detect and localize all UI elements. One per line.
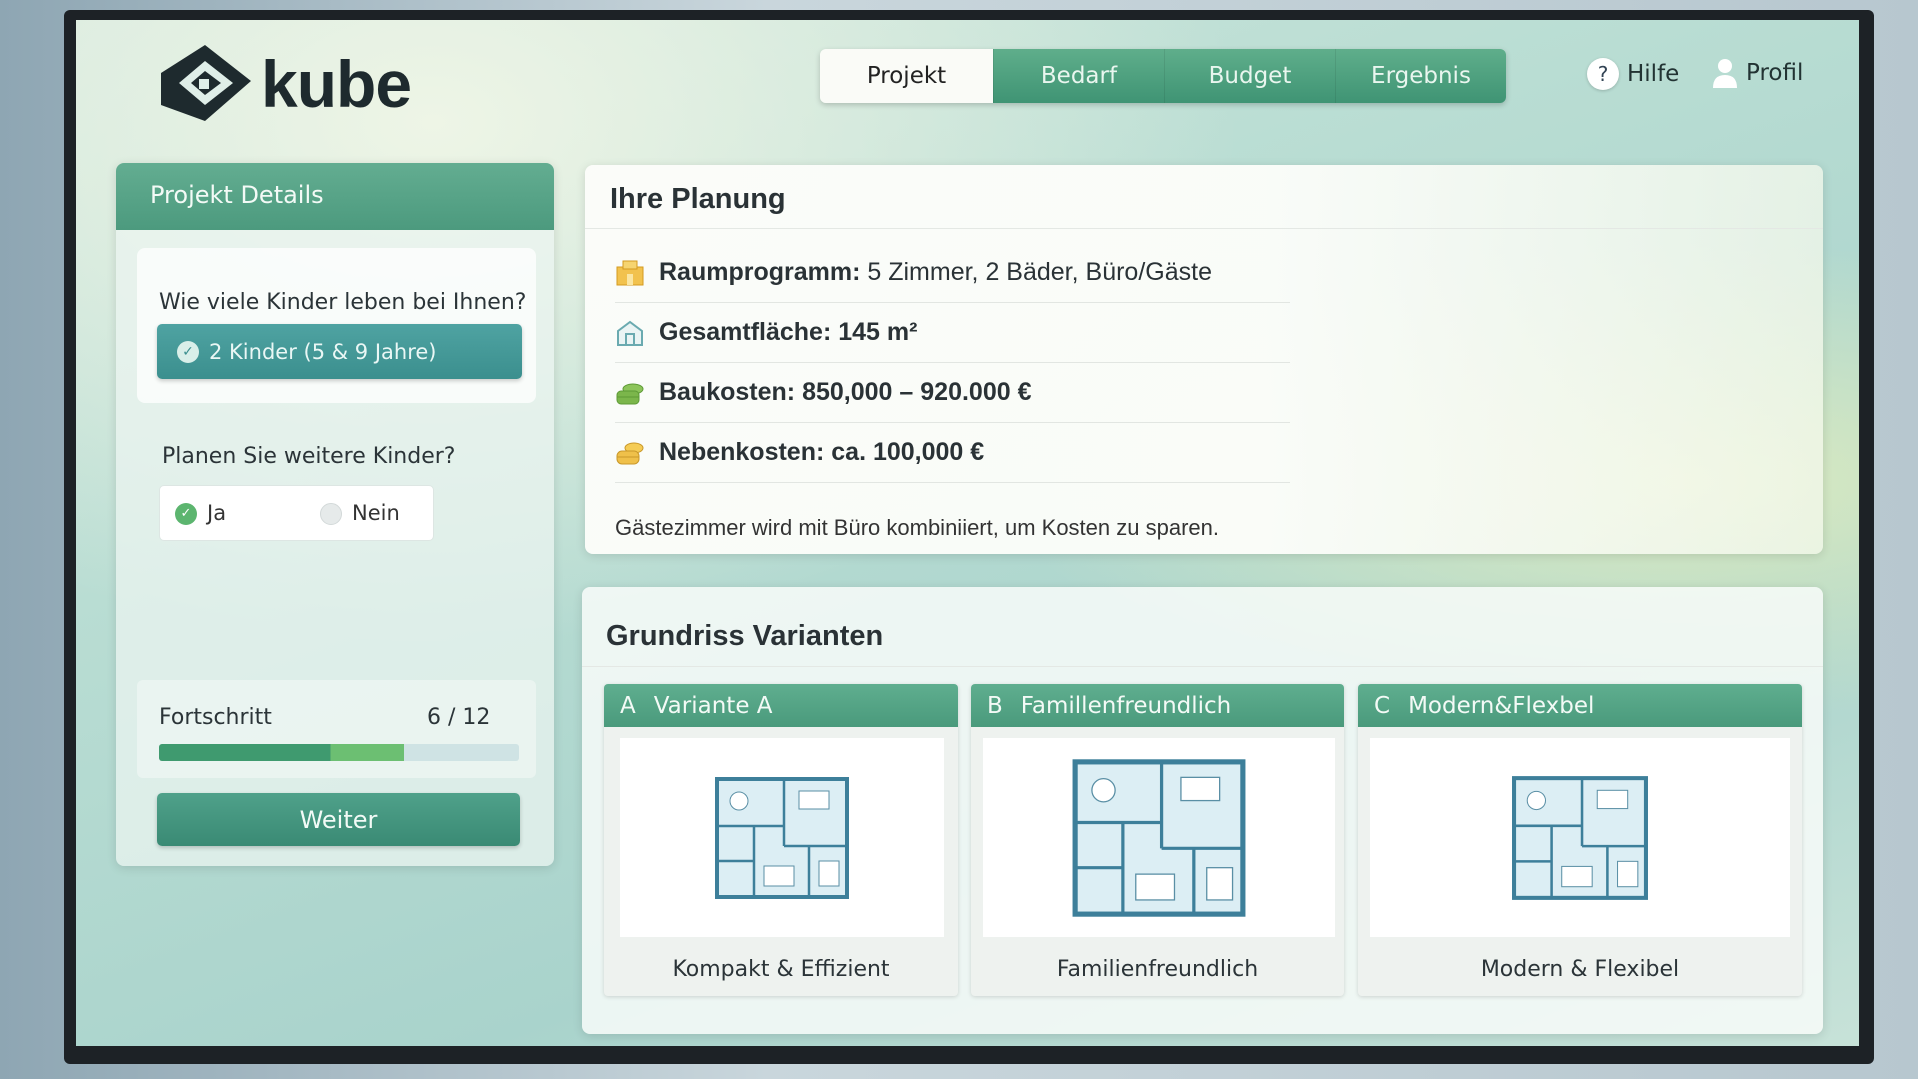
variant-caption: Modern & Flexibel <box>1480 957 1680 982</box>
floorplan-b-icon <box>1072 758 1246 917</box>
floorplan-image <box>620 738 944 937</box>
divider <box>582 666 1823 667</box>
check-icon: ✓ <box>177 340 199 363</box>
app-screen: kube Projekt Bedarf Budget Ergebnis ? Hi… <box>76 20 1859 1046</box>
coins-icon <box>616 442 644 464</box>
planning-row-raumprogramm: Raumprogramm: 5 Zimmer, 2 Bäder, Büro/Gä… <box>615 243 1290 303</box>
planning-row-nebenkosten: Nebenkosten: ca. 100,000 € <box>615 423 1290 483</box>
tab-projekt[interactable]: Projekt <box>820 49 993 103</box>
children-answer-option[interactable]: ✓ 2 Kinder (5 & 9 Jahre) <box>157 324 522 379</box>
main-tabs: Projekt Bedarf Budget Ergebnis <box>820 49 1506 103</box>
variant-caption: Familienfreundlich <box>1056 957 1259 982</box>
tab-ergebnis[interactable]: Ergebnis <box>1335 49 1506 103</box>
unchecked-radio-icon <box>320 503 342 525</box>
planning-panel: Ihre Planung Raumprogramm: 5 Zimmer, 2 B… <box>585 165 1823 554</box>
planning-row-baukosten: Baukosten: 850,000 – 920.000 € <box>615 363 1290 423</box>
floorplan-image <box>1370 738 1790 937</box>
variant-card-a[interactable]: A Variante A Kompakt & Effizient <box>604 684 958 996</box>
floorplan-a-icon <box>715 776 849 899</box>
variant-title: Variante A <box>653 692 773 719</box>
profile-link[interactable]: Profil <box>1712 58 1803 88</box>
tab-budget[interactable]: Budget <box>1164 49 1335 103</box>
next-button[interactable]: Weiter <box>157 793 520 846</box>
variant-card-b[interactable]: B Famillenfreundlich Familienfreundlich <box>971 684 1344 996</box>
variants-title: Grundriss Varianten <box>606 620 884 652</box>
more-children-radio-group: ✓ Ja Nein <box>159 485 434 541</box>
progress-label: Fortschritt <box>159 705 272 730</box>
help-link[interactable]: ? Hilfe <box>1587 58 1679 90</box>
variant-card-c[interactable]: C Modern&Flexbel Modern & Flexibel <box>1358 684 1802 996</box>
progress-fill <box>159 744 404 761</box>
radio-nein[interactable]: Nein <box>320 501 400 525</box>
building-icon <box>616 260 644 285</box>
planning-title: Ihre Planung <box>610 183 786 215</box>
planning-row-gesamtflaeche: Gesamtfläche: 145 m² <box>615 303 1290 363</box>
cube-logo-icon <box>161 45 251 121</box>
floorplan-c-icon <box>1512 775 1648 900</box>
checked-radio-icon: ✓ <box>175 503 197 525</box>
radio-ja[interactable]: ✓ Ja <box>175 501 320 525</box>
divider <box>585 228 1823 229</box>
user-icon <box>1713 59 1737 88</box>
panel-title: Projekt Details <box>116 163 554 230</box>
variant-title: Famillenfreundlich <box>1020 692 1232 719</box>
help-icon: ? <box>1587 58 1619 90</box>
planning-note: Gästezimmer wird mit Büro kombiniiert, u… <box>615 515 1219 540</box>
floorplan-image <box>983 738 1335 937</box>
variant-caption: Kompakt & Effizient <box>672 957 890 982</box>
floorplan-variants-panel: Grundriss Varianten A Variante A Kompakt … <box>582 587 1823 1034</box>
children-question: Wie viele Kinder leben bei Ihnen? <box>159 290 527 315</box>
variant-title: Modern&Flexbel <box>1408 692 1595 719</box>
progress-bar <box>159 744 519 761</box>
project-details-panel: Projekt Details Wie viele Kinder leben b… <box>116 163 554 866</box>
money-stack-icon <box>616 383 644 404</box>
house-icon <box>617 320 643 346</box>
tab-bedarf[interactable]: Bedarf <box>993 49 1164 103</box>
progress-count: 6 / 12 <box>427 705 491 730</box>
logo[interactable]: kube <box>155 43 412 125</box>
more-children-question: Planen Sie weitere Kinder? <box>162 444 456 469</box>
